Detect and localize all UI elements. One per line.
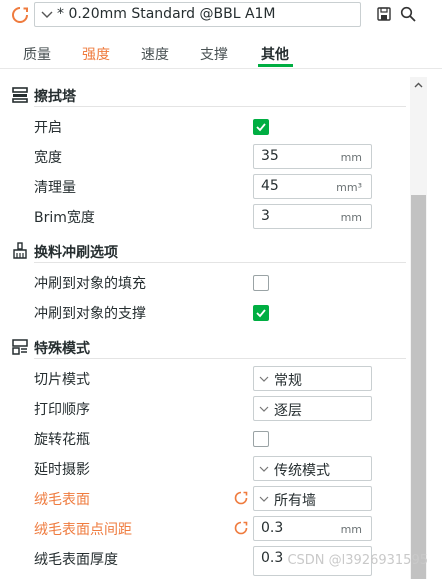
chevron-down-icon	[41, 11, 53, 18]
slicing-mode-dropdown[interactable]: 常规	[253, 366, 372, 391]
preset-dropdown[interactable]: * 0.20mm Standard @BBL A1M	[34, 2, 361, 27]
check-icon	[256, 123, 266, 132]
wipe-tower-width-input[interactable]: 35 mm	[253, 144, 372, 169]
fuzzy-skin-thickness-value: 0.3	[261, 550, 284, 566]
chevron-down-icon	[259, 466, 269, 472]
brim-width-value: 3	[261, 208, 270, 224]
slicing-mode-value: 常规	[274, 373, 302, 389]
print-sequence-dropdown[interactable]: 逐层	[253, 396, 372, 421]
chevron-down-icon	[259, 406, 269, 412]
unit-label: mm	[340, 211, 362, 224]
section-divider	[34, 262, 406, 263]
wipe-tower-width-value: 35	[261, 148, 279, 164]
purge-volume-label: 清理量	[34, 180, 76, 196]
scrollbar-thumb[interactable]	[411, 195, 426, 579]
check-icon	[256, 309, 266, 318]
flush-into-support-checkbox[interactable]	[253, 305, 269, 321]
chevron-down-icon	[259, 496, 269, 502]
wipe-tower-enable-label: 开启	[34, 120, 62, 136]
tab-strength[interactable]: 强度	[82, 44, 110, 64]
flush-into-support-label: 冲刷到对象的支撑	[34, 306, 146, 322]
wipe-tower-section-title: 擦拭塔	[34, 89, 76, 105]
tab-quality[interactable]: 质量	[23, 44, 51, 64]
timelapse-label: 延时摄影	[34, 462, 90, 478]
brim-width-label: Brim宽度	[34, 210, 95, 226]
flush-into-infill-checkbox[interactable]	[253, 275, 269, 291]
preset-toolbar: * 0.20mm Standard @BBL A1M	[0, 0, 442, 34]
fuzzy-skin-point-distance-label: 绒毛表面点间距	[34, 522, 132, 538]
timelapse-value: 传统模式	[274, 463, 330, 479]
print-sequence-label: 打印顺序	[34, 402, 90, 418]
tab-support[interactable]: 支撑	[200, 44, 228, 64]
save-icon[interactable]	[376, 6, 392, 22]
search-icon[interactable]	[400, 6, 416, 22]
flush-into-infill-label: 冲刷到对象的填充	[34, 276, 146, 292]
spiral-vase-label: 旋转花瓶	[34, 432, 90, 448]
active-tab-indicator	[258, 64, 293, 67]
scroll-up-icon[interactable]	[410, 77, 427, 94]
spiral-vase-checkbox[interactable]	[253, 431, 269, 447]
wipe-tower-width-label: 宽度	[34, 150, 62, 166]
tab-speed[interactable]: 速度	[141, 44, 169, 64]
section-divider	[34, 106, 406, 107]
sync-refresh-icon[interactable]	[10, 5, 30, 25]
print-sequence-value: 逐层	[274, 403, 302, 419]
timelapse-dropdown[interactable]: 传统模式	[253, 456, 372, 481]
special-mode-icon	[12, 339, 28, 355]
fuzzy-skin-dropdown[interactable]: 所有墙	[253, 486, 372, 511]
reset-icon[interactable]	[233, 490, 249, 506]
tab-others[interactable]: 其他	[261, 44, 289, 64]
fuzzy-skin-point-distance-input[interactable]: 0.3 mm	[253, 516, 372, 541]
fuzzy-skin-label: 绒毛表面	[34, 492, 90, 508]
special-mode-section-title: 特殊模式	[34, 341, 90, 357]
fuzzy-skin-value: 所有墙	[274, 493, 316, 509]
unit-label: mm	[340, 523, 362, 536]
purge-volume-input[interactable]: 45 mm³	[253, 174, 372, 199]
fuzzy-skin-point-distance-value: 0.3	[261, 520, 284, 536]
watermark: CSDN @l3926931595	[287, 553, 428, 568]
tabs-divider	[0, 68, 442, 69]
fuzzy-skin-thickness-label: 绒毛表面厚度	[34, 552, 118, 568]
flush-brush-icon	[13, 242, 27, 259]
settings-tabs: 质量 强度 速度 支撑 其他	[0, 40, 442, 68]
unit-label: mm	[340, 151, 362, 164]
preset-name: * 0.20mm Standard @BBL A1M	[57, 6, 276, 22]
reset-icon[interactable]	[233, 520, 249, 536]
brim-width-input[interactable]: 3 mm	[253, 204, 372, 229]
unit-label: mm³	[336, 181, 362, 194]
flush-options-section-title: 换料冲刷选项	[34, 245, 118, 261]
wipe-tower-enable-checkbox[interactable]	[253, 119, 269, 135]
slicing-mode-label: 切片模式	[34, 372, 90, 388]
chevron-down-icon	[259, 376, 269, 382]
wipe-tower-icon	[12, 87, 28, 103]
purge-volume-value: 45	[261, 178, 279, 194]
section-divider	[34, 358, 406, 359]
